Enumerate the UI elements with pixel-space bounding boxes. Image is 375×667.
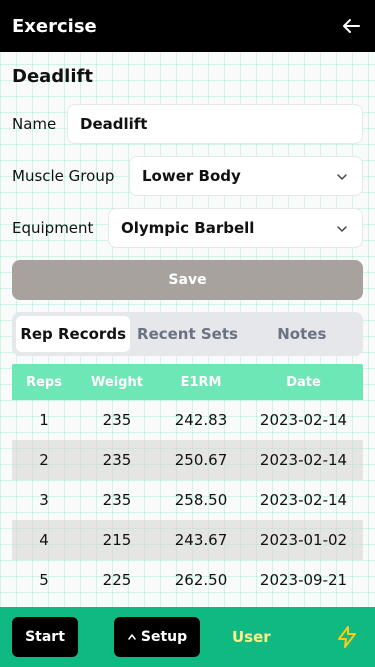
chevron-down-icon <box>337 174 347 180</box>
muscle-group-value: Lower Body <box>142 167 241 185</box>
table-row: 5 225 262.50 2023-09-21 <box>12 560 363 600</box>
name-input[interactable] <box>80 115 350 133</box>
start-label: Start <box>25 629 65 645</box>
column-header-weight: Weight <box>91 374 143 390</box>
tab-rep-records[interactable]: Rep Records <box>16 316 131 352</box>
rep-records-table: Reps Weight E1RM Date 1 235 242.83 2023-… <box>12 364 363 600</box>
bottom-bar: Start Setup User <box>0 607 375 667</box>
weight-cell: 235 <box>102 411 132 429</box>
date-cell: 2023-02-14 <box>259 491 348 509</box>
e1rm-cell: 262.50 <box>174 571 228 589</box>
date-cell: 2023-09-21 <box>259 571 348 589</box>
date-cell: 2023-02-14 <box>259 411 348 429</box>
e1rm-cell: 243.67 <box>174 531 228 549</box>
name-label: Name <box>12 115 57 133</box>
equipment-row: Equipment Olympic Barbell <box>12 208 363 248</box>
lightning-bolt-icon[interactable] <box>335 625 359 649</box>
date-cell: 2023-02-14 <box>259 451 348 469</box>
weight-cell: 225 <box>102 571 132 589</box>
tab-bar: Rep Records Recent Sets Notes <box>12 312 363 356</box>
name-field-wrapper <box>67 104 363 144</box>
column-header-e1rm: E1RM <box>180 374 222 390</box>
e1rm-cell: 258.50 <box>174 491 228 509</box>
equipment-select[interactable]: Olympic Barbell <box>108 208 363 248</box>
exercise-heading: Deadlift <box>12 66 93 87</box>
muscle-group-label: Muscle Group <box>12 167 115 185</box>
table-header: Reps Weight E1RM Date <box>12 364 363 400</box>
table-row: 4 215 243.67 2023-01-02 <box>12 520 363 560</box>
start-button[interactable]: Start <box>12 617 78 657</box>
arrow-left-icon <box>343 19 360 33</box>
page-title: Exercise <box>12 15 97 37</box>
caret-up-icon <box>128 634 136 640</box>
reps-cell: 2 <box>39 451 49 469</box>
reps-cell: 3 <box>39 491 49 509</box>
tab-recent-sets[interactable]: Recent Sets <box>130 316 244 352</box>
equipment-value: Olympic Barbell <box>121 219 255 237</box>
app-header: Exercise <box>0 0 375 52</box>
reps-cell: 1 <box>39 411 49 429</box>
user-link[interactable]: User <box>232 628 271 646</box>
setup-label: Setup <box>140 629 188 645</box>
column-header-date: Date <box>286 374 321 390</box>
table-row: 2 235 250.67 2023-02-14 <box>12 440 363 480</box>
date-cell: 2023-01-02 <box>259 531 348 549</box>
weight-cell: 215 <box>102 531 132 549</box>
reps-cell: 5 <box>39 571 49 589</box>
table-row: 1 235 242.83 2023-02-14 <box>12 400 363 440</box>
save-button[interactable]: Save <box>12 260 363 300</box>
weight-cell: 235 <box>102 491 132 509</box>
tab-notes[interactable]: Notes <box>245 316 359 352</box>
column-header-reps: Reps <box>26 374 62 390</box>
table-row: 3 235 258.50 2023-02-14 <box>12 480 363 520</box>
chevron-down-icon <box>337 226 347 232</box>
muscle-group-select[interactable]: Lower Body <box>129 156 363 196</box>
e1rm-cell: 242.83 <box>174 411 228 429</box>
reps-cell: 4 <box>39 531 49 549</box>
name-row: Name <box>12 104 363 144</box>
e1rm-cell: 250.67 <box>174 451 228 469</box>
equipment-label: Equipment <box>12 219 94 237</box>
back-button[interactable] <box>339 14 363 38</box>
muscle-group-row: Muscle Group Lower Body <box>12 156 363 196</box>
weight-cell: 235 <box>102 451 132 469</box>
setup-button[interactable]: Setup <box>114 617 200 657</box>
